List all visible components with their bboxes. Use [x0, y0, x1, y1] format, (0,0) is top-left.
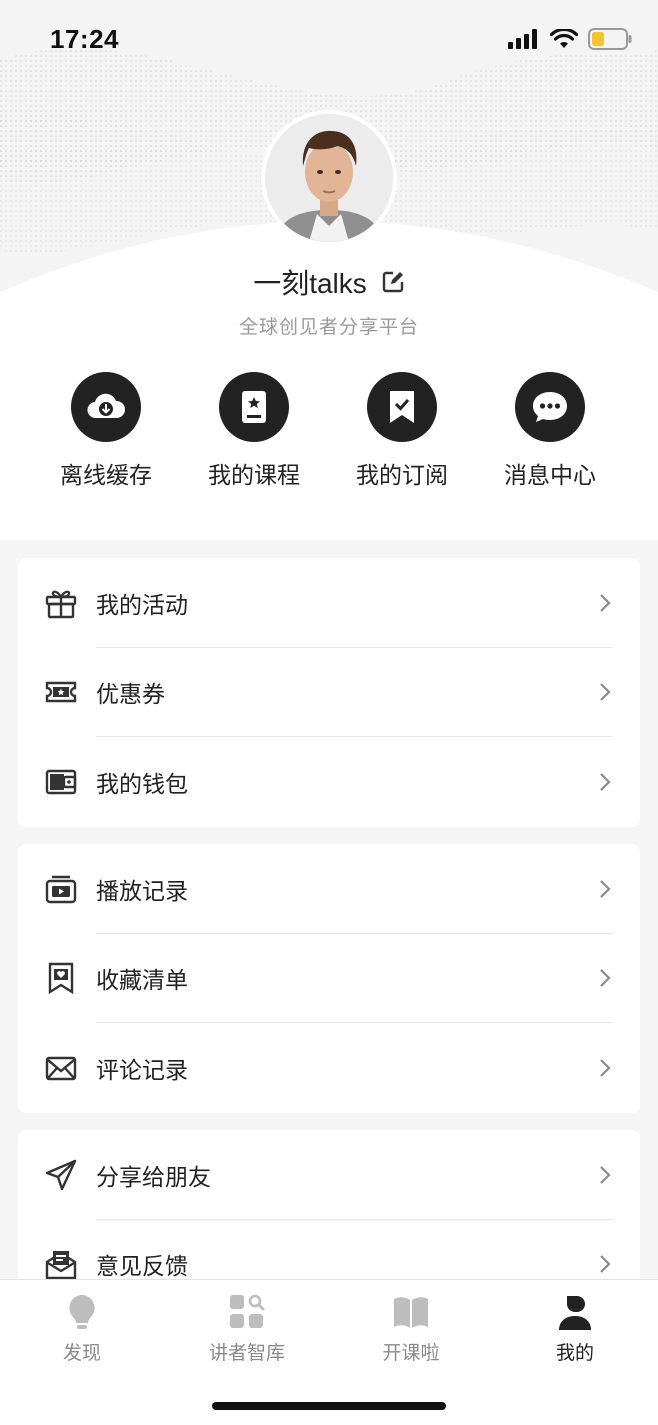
bookmark-heart-icon: [44, 961, 78, 995]
profile-name: 一刻talks: [253, 268, 367, 299]
avatar-portrait: [265, 114, 393, 242]
chevron-right-icon: [600, 1255, 611, 1274]
tab-speakers[interactable]: 讲者智库: [182, 1294, 312, 1365]
menu-item-label: 分享给朋友: [96, 1163, 211, 1190]
open-book-icon: [394, 1297, 428, 1328]
play-history-icon: [44, 872, 78, 906]
envelope-icon: [44, 1051, 78, 1085]
quick-action-offline-cache[interactable]: 离线缓存: [32, 372, 180, 490]
feedback-mail-icon: [44, 1247, 78, 1281]
tab-label: 讲者智库: [208, 1343, 285, 1364]
grid-search-icon: [230, 1294, 265, 1328]
quick-action-circle: [515, 372, 585, 442]
menu-group-account: 我的活动 优惠券 我的钱包: [18, 558, 640, 827]
avatar[interactable]: [261, 110, 397, 246]
quick-action-label: 我的课程: [208, 462, 300, 488]
menu-item-comment-history[interactable]: 评论记录: [18, 1023, 640, 1113]
chevron-right-icon: [600, 879, 611, 898]
send-icon: [44, 1158, 78, 1192]
signal-icon: [508, 29, 537, 49]
menu-item-label: 优惠券: [96, 681, 165, 708]
quick-actions: 离线缓存 我的课程 我的订阅 消息中心: [0, 372, 658, 490]
tab-label: 我的: [555, 1343, 594, 1364]
menu-item-label: 我的钱包: [96, 770, 188, 797]
battery-icon: [588, 28, 632, 50]
menu-item-favorites[interactable]: 收藏清单: [18, 934, 640, 1023]
profile-subtitle: 全球创见者分享平台: [238, 317, 419, 338]
profile-screen: 17:24 一刻talks 全球创见者分享平台 离线缓存 我的课程 我的订阅 消…: [0, 0, 658, 1425]
chevron-right-icon: [600, 593, 611, 612]
wifi-icon: [550, 29, 578, 48]
tab-mine[interactable]: 我的: [510, 1294, 640, 1365]
chevron-right-icon: [600, 1058, 611, 1077]
quick-action-circle: [367, 372, 437, 442]
chevron-right-icon: [600, 1165, 611, 1184]
status-time: 17:24: [50, 24, 119, 54]
quick-action-my-courses[interactable]: 我的课程: [180, 372, 328, 490]
lightbulb-icon: [69, 1295, 95, 1329]
quick-action-circle: [219, 372, 289, 442]
menu-item-my-activities[interactable]: 我的活动: [18, 558, 640, 648]
chevron-right-icon: [600, 772, 611, 791]
quick-action-message-center[interactable]: 消息中心: [476, 372, 624, 490]
menu-item-wallet[interactable]: 我的钱包: [18, 737, 640, 827]
chevron-right-icon: [600, 683, 611, 702]
name-row: 一刻talks: [0, 262, 658, 302]
profile-header: 17:24 一刻talks 全球创见者分享平台 离线缓存 我的课程 我的订阅 消…: [0, 0, 658, 540]
quick-action-circle: [71, 372, 141, 442]
status-icons: [508, 28, 632, 50]
ticket-icon: [44, 675, 78, 709]
menu-item-label: 评论记录: [96, 1056, 188, 1083]
quick-action-my-subscriptions[interactable]: 我的订阅: [328, 372, 476, 490]
menu-item-label: 播放记录: [96, 877, 188, 904]
chat-bubble-icon: [533, 392, 567, 422]
menu-item-label: 收藏清单: [96, 967, 188, 994]
tab-courses[interactable]: 开课啦: [346, 1294, 476, 1365]
quick-action-label: 消息中心: [504, 462, 596, 488]
menu-item-play-history[interactable]: 播放记录: [18, 844, 640, 934]
menu-item-coupons[interactable]: 优惠券: [18, 648, 640, 737]
bookmark-check-icon: [390, 391, 414, 423]
person-icon: [559, 1296, 591, 1330]
cloud-download-icon: [87, 393, 126, 419]
tab-label: 开课啦: [382, 1343, 440, 1364]
chevron-right-icon: [600, 969, 611, 988]
edit-icon[interactable]: [381, 270, 405, 294]
menu-group-history: 播放记录 收藏清单 评论记录: [18, 844, 640, 1113]
wallet-icon: [44, 765, 78, 799]
book-star-icon: [242, 391, 266, 423]
status-bar: 17:24: [0, 0, 658, 80]
tab-discover[interactable]: 发现: [17, 1294, 147, 1365]
menu-item-label: 我的活动: [96, 591, 188, 618]
quick-action-label: 离线缓存: [60, 462, 152, 488]
home-indicator: [212, 1402, 446, 1410]
menu-item-label: 意见反馈: [96, 1253, 188, 1280]
tab-label: 发现: [62, 1343, 101, 1364]
menu-item-share[interactable]: 分享给朋友: [18, 1130, 640, 1220]
quick-action-label: 我的订阅: [356, 462, 448, 488]
gift-icon: [44, 586, 78, 620]
